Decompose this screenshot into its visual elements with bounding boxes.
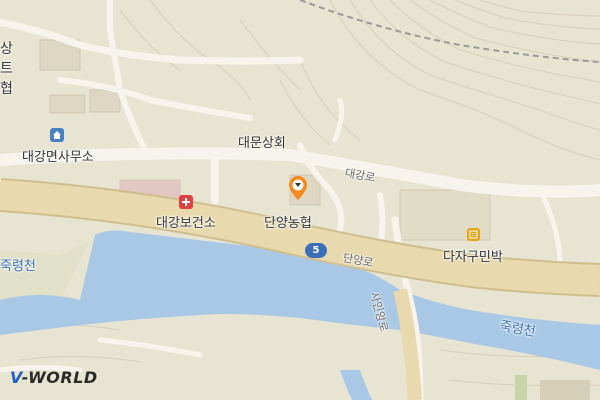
route-shield-icon: 5 (305, 243, 327, 258)
lodging-icon[interactable] (467, 228, 480, 241)
location-pin-icon[interactable] (289, 176, 307, 204)
vworld-logo: V-WORLD (10, 368, 98, 387)
building-icon[interactable] (50, 128, 64, 142)
label-myeon-office[interactable]: 대강면사무소 (22, 146, 94, 165)
label-fragment-1: 상 (0, 41, 13, 57)
hospital-cross-icon[interactable] (179, 195, 193, 209)
label-health-center[interactable]: 대강보건소 (156, 212, 216, 231)
label-dajagu-minbak[interactable]: 다자구민박 (443, 246, 503, 265)
label-jukryeong-stream-left: 죽령천 (0, 259, 36, 274)
label-danyang-nonghyup[interactable]: 단양농협 (264, 212, 312, 231)
label-daemun-store[interactable]: 대문상회 (238, 132, 286, 151)
label-fragment-2: 트 (0, 61, 13, 77)
label-fragment-3: 협 (0, 81, 13, 97)
map-view[interactable]: 상 트 협 대강면사무소 대문상회 대강로 대강보건소 단양농협 다자구민박 5… (0, 0, 600, 400)
